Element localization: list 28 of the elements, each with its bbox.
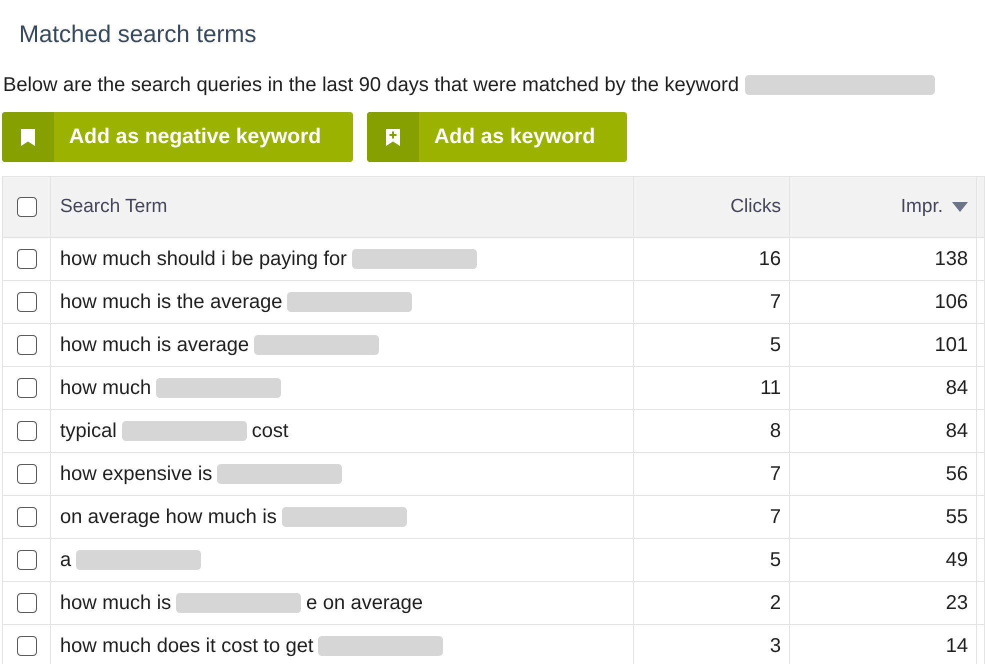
checkbox[interactable] (16, 421, 36, 441)
search-term-text: cost (252, 419, 288, 443)
table-cell: 14 (790, 624, 976, 664)
checkbox[interactable] (16, 378, 36, 398)
search-term-text: how much is the average (60, 290, 282, 314)
checkbox[interactable] (16, 292, 36, 312)
section-title: Matched search terms (19, 20, 256, 50)
search-term-text: on average how much is (60, 505, 277, 529)
search-term-text: e on average (306, 591, 423, 615)
table-cell: 3 (634, 624, 790, 664)
search-term-text: typical (60, 419, 117, 443)
checkbox[interactable] (16, 636, 36, 656)
search-term-text: a (60, 548, 72, 572)
checkbox[interactable] (16, 464, 36, 484)
checkbox[interactable] (16, 507, 36, 527)
checkbox[interactable] (16, 197, 36, 217)
search-term-text: how much is (60, 591, 172, 615)
checkbox[interactable] (16, 593, 36, 613)
search-term-text: how much is average (60, 333, 249, 357)
checkbox[interactable] (16, 550, 36, 570)
search-term-text: how expensive is (60, 462, 212, 486)
search-term-text: how much should i be paying for (60, 247, 347, 271)
bookmark-plus-icon (367, 112, 420, 162)
search-term-text: how much (60, 376, 152, 400)
checkbox[interactable] (16, 335, 36, 355)
description-text: Below are the search queries in the last 90 days that were matched by the keyword (3, 74, 739, 96)
search-term-text: how much does it cost to get (60, 634, 314, 658)
checkbox[interactable] (16, 249, 36, 269)
